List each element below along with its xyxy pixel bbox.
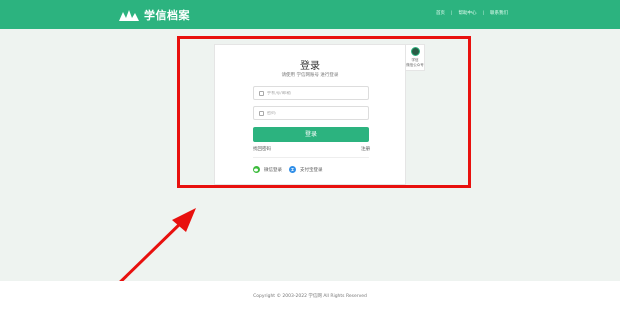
password-input[interactable] [266,110,368,116]
wechat-icon [253,166,260,173]
nav-separator: | [482,10,484,16]
user-icon [259,90,264,96]
phone-field [253,86,369,100]
alipay-icon [289,166,296,173]
nav-home-link[interactable]: 首页 [436,10,445,16]
password-field [253,106,369,120]
forgot-password-link[interactable]: 找回密码 [253,146,271,152]
phone-input[interactable] [266,90,368,96]
nav-help-link[interactable]: 帮助中心 [458,10,476,16]
top-header-bar: 学信档案 首页 | 帮助中心 | 联系我们 [0,0,620,29]
logo-text: 学信档案 [144,9,190,22]
nav-separator: | [450,10,453,16]
wechat-login-button[interactable]: 微信登录 [253,166,282,173]
site-logo[interactable]: 学信档案 [118,5,190,25]
lock-icon [259,110,264,116]
wechat-login-label: 微信登录 [264,167,282,173]
side-tab-line2: 微信公众号 [406,63,424,67]
login-card: 登录 请使用 学信网账号 进行登录 登录 找回密码 注册 微信登录 支付宝登录 [214,44,406,185]
register-link[interactable]: 注册 [361,146,370,152]
alipay-login-button[interactable]: 支付宝登录 [289,166,323,173]
login-title: 登录 [300,61,320,72]
footer: Copyright © 2003-2022 学信网 All Rights Res… [0,281,620,309]
copyright-text: Copyright © 2003-2022 学信网 All Rights Res… [253,294,367,299]
top-navigation: 首页 | 帮助中心 | 联系我们 [436,10,508,17]
login-subtitle: 请使用 学信网账号 进行登录 [281,73,339,78]
cloud-logo-icon [119,10,139,21]
divider [253,157,369,158]
alipay-login-label: 支付宝登录 [300,167,323,173]
nav-contact-link[interactable]: 联系我们 [490,10,508,16]
qr-logo-icon [410,47,420,56]
wechat-official-tab[interactable]: 学信 微信公众号 [406,44,425,71]
login-button[interactable]: 登录 [253,127,369,142]
